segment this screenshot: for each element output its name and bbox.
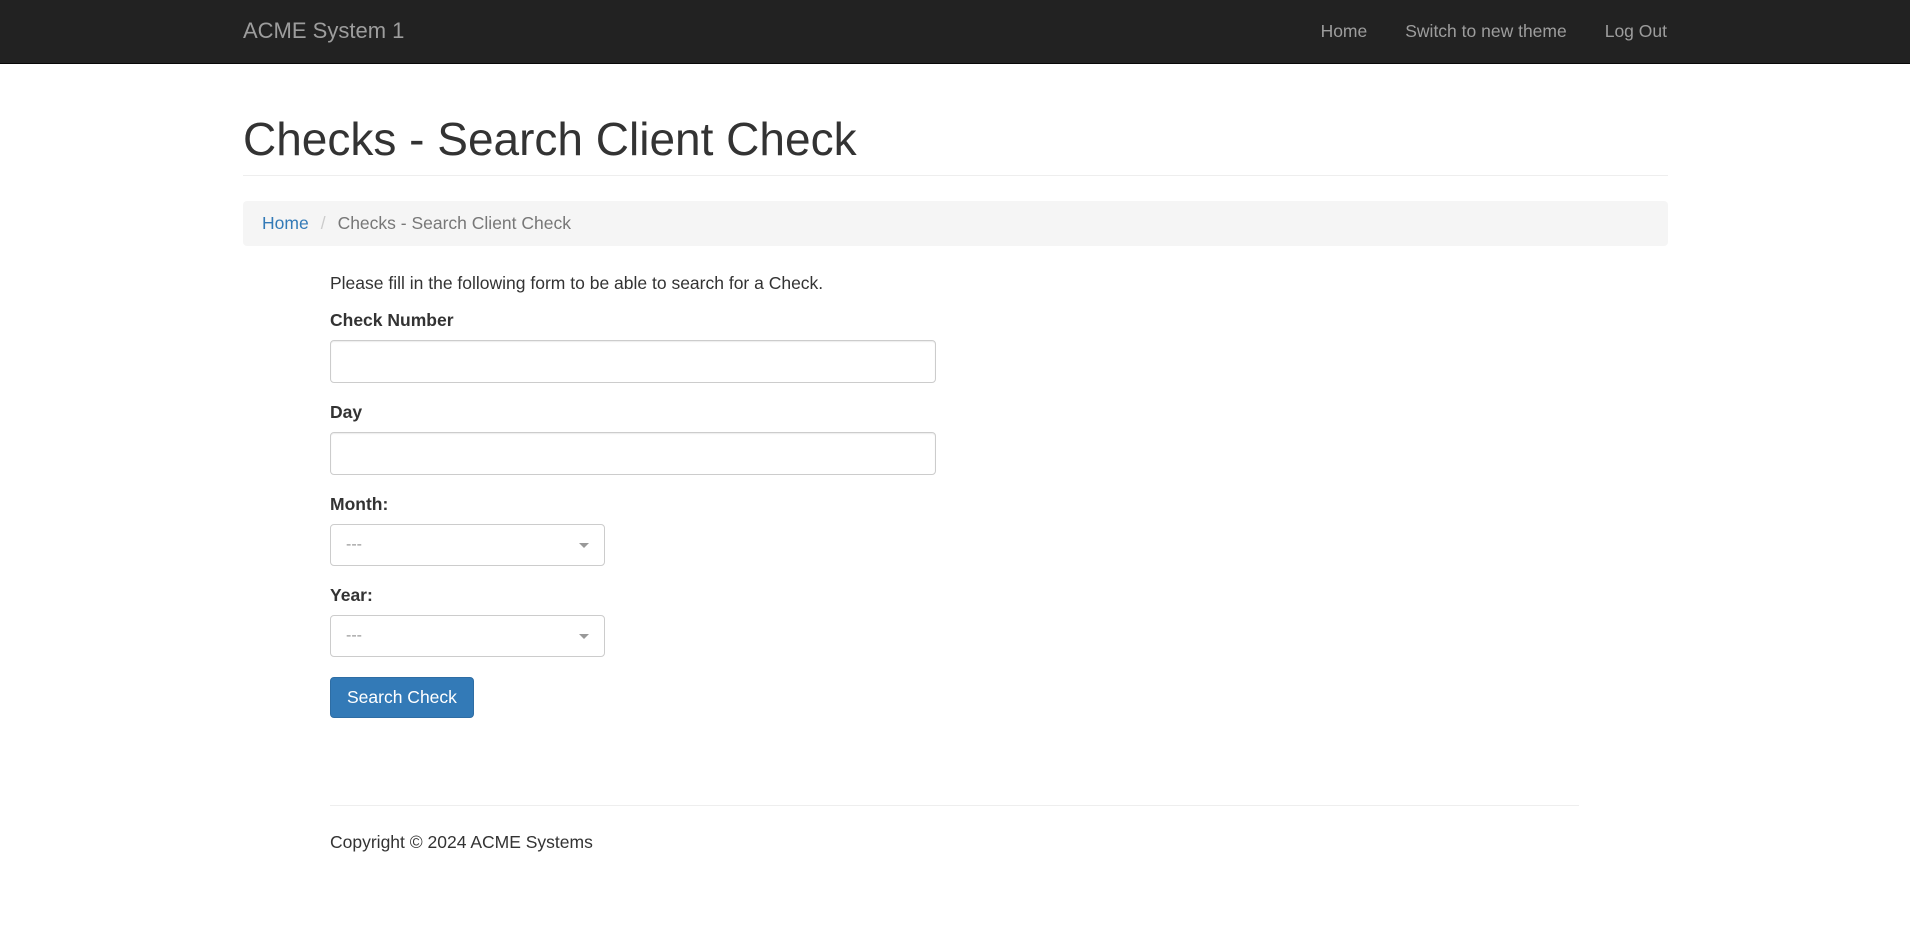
- year-label: Year:: [330, 584, 373, 605]
- copyright-text: Copyright © 2024 ACME Systems: [330, 831, 593, 852]
- nav-home-link[interactable]: Home: [1321, 21, 1368, 42]
- nav-links: Home Switch to new theme Log Out: [1321, 21, 1667, 42]
- search-check-button[interactable]: Search Check: [330, 676, 474, 718]
- year-select[interactable]: ---: [330, 614, 605, 657]
- top-navbar: ACME System 1 Home Switch to new theme L…: [0, 0, 1910, 64]
- month-label: Month:: [330, 493, 389, 514]
- month-select[interactable]: ---: [330, 523, 605, 566]
- nav-switch-theme-link[interactable]: Switch to new theme: [1405, 21, 1566, 42]
- page-header: Checks - Search Client Check: [243, 114, 1668, 176]
- brand-link[interactable]: ACME System 1: [243, 18, 404, 44]
- caret-down-icon: [579, 542, 589, 548]
- breadcrumb-current: Checks - Search Client Check: [337, 212, 571, 233]
- check-number-input[interactable]: [330, 339, 936, 383]
- day-label: Day: [330, 401, 363, 422]
- search-check-form: Please fill in the following form to be …: [330, 273, 1668, 718]
- year-selected-value: ---: [346, 626, 362, 644]
- footer: Copyright © 2024 ACME Systems: [330, 804, 1579, 853]
- nav-logout-link[interactable]: Log Out: [1605, 21, 1667, 42]
- main-container: Checks - Search Client Check Home / Chec…: [243, 114, 1668, 718]
- day-input[interactable]: [330, 431, 936, 475]
- caret-down-icon: [579, 633, 589, 639]
- check-number-label: Check Number: [330, 309, 454, 330]
- breadcrumb: Home / Checks - Search Client Check: [243, 200, 1668, 246]
- form-intro-text: Please fill in the following form to be …: [330, 272, 824, 293]
- breadcrumb-separator: /: [320, 212, 326, 233]
- month-selected-value: ---: [346, 535, 362, 553]
- breadcrumb-home-link[interactable]: Home: [262, 213, 309, 234]
- page-title: Checks - Search Client Check: [243, 113, 857, 165]
